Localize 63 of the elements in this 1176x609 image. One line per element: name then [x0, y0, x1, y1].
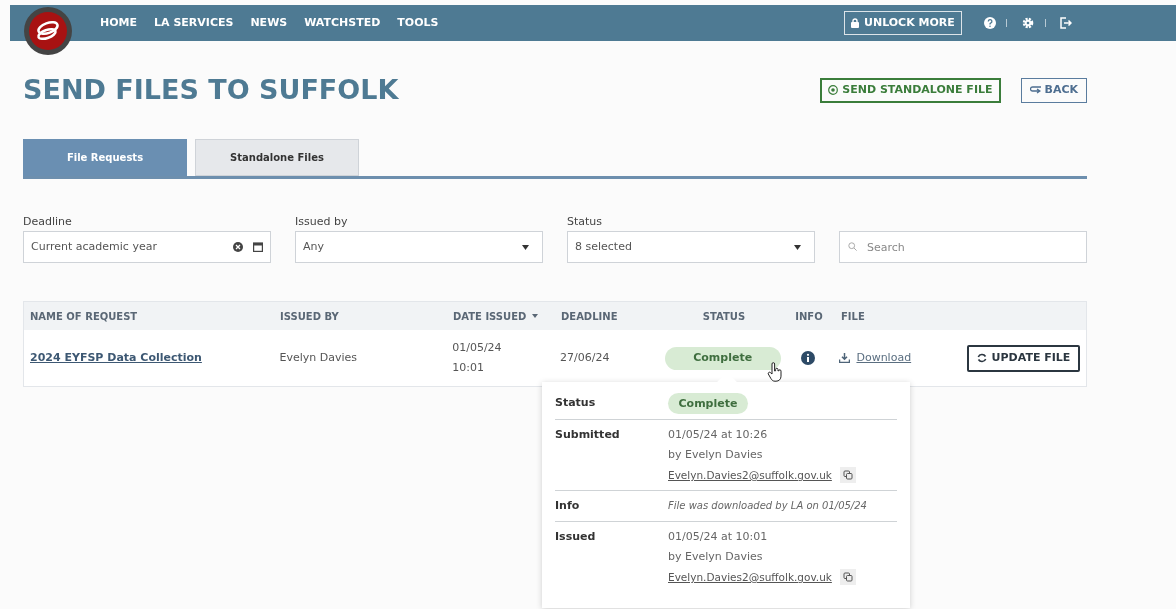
- detail-label: Submitted: [555, 427, 621, 443]
- request-link[interactable]: 2024 EYFSP Data Collection: [30, 350, 202, 364]
- nav-link[interactable]: HOME: [100, 14, 138, 32]
- tab[interactable]: File Requests: [23, 139, 187, 176]
- nav-link[interactable]: LA SERVICES: [154, 14, 234, 32]
- search-field[interactable]: Search: [839, 231, 1087, 263]
- search-icon: [848, 242, 857, 251]
- table-cell-text: 10:01: [452, 360, 485, 376]
- circle-dot-icon: [828, 85, 839, 96]
- filter-label: Status: [567, 214, 604, 230]
- sort-caret-icon[interactable]: [532, 314, 539, 318]
- clear-icon[interactable]: [233, 242, 243, 252]
- unlock-more-button[interactable]: UNLOCK MORE: [844, 11, 962, 35]
- dropdown[interactable]: Any: [295, 231, 543, 263]
- column-header[interactable]: DEADLINE: [561, 308, 618, 324]
- filter-label: Issued by: [295, 214, 349, 230]
- detail-text: by Evelyn Davies: [668, 447, 764, 463]
- detail-label: Info: [555, 498, 581, 514]
- help-icon[interactable]: [984, 17, 996, 29]
- column-header[interactable]: STATUS: [702, 308, 746, 324]
- detail-text: 01/05/24 at 10:26: [668, 427, 769, 443]
- detail-label: Status: [555, 395, 597, 411]
- tab[interactable]: Standalone Files: [195, 139, 359, 176]
- deadline-field[interactable]: Current academic year: [23, 231, 271, 263]
- column-header[interactable]: NAME OF REQUEST: [30, 308, 138, 324]
- detail-text: by Evelyn Davies: [668, 549, 764, 565]
- copy-icon[interactable]: [839, 569, 856, 585]
- settings-icon[interactable]: [1022, 17, 1034, 29]
- return-arrow-icon: [1029, 86, 1041, 95]
- logo-icon[interactable]: [24, 7, 72, 55]
- table-cell: 27/06/24: [560, 350, 610, 364]
- copy-icon[interactable]: [839, 467, 856, 483]
- back-button[interactable]: BACK: [1020, 77, 1087, 103]
- email-link[interactable]: Evelyn.Davies2@suffolk.gov.uk: [668, 567, 832, 587]
- column-header[interactable]: DATE ISSUED: [453, 308, 539, 324]
- filter-label: Deadline: [23, 214, 73, 230]
- update-file-button[interactable]: UPDATE FILE: [967, 344, 1080, 372]
- logout-icon[interactable]: [1060, 17, 1072, 29]
- caret-icon: [522, 244, 529, 250]
- detail-text: 01/05/24 at 10:01: [668, 529, 769, 545]
- column-header[interactable]: INFO: [795, 308, 823, 324]
- status-badge[interactable]: Complete: [664, 346, 781, 370]
- download-link[interactable]: Download: [839, 349, 928, 367]
- refresh-icon: [976, 353, 987, 363]
- dropdown[interactable]: 8 selected: [567, 231, 815, 263]
- download-icon: [839, 353, 851, 363]
- column-header[interactable]: FILE: [841, 308, 865, 324]
- email-link[interactable]: Evelyn.Davies2@suffolk.gov.uk: [668, 465, 832, 485]
- column-header[interactable]: ISSUED BY: [280, 308, 339, 324]
- table-cell: Evelyn Davies: [279, 350, 358, 364]
- table-cell-text: 01/05/24: [452, 340, 503, 356]
- lock-icon: [851, 18, 859, 28]
- detail-label: Issued: [555, 529, 597, 545]
- nav-link[interactable]: WATCHSTED: [304, 14, 381, 32]
- calendar-icon[interactable]: [253, 242, 263, 252]
- status-badge: Complete: [668, 393, 748, 414]
- send-standalone-file-button[interactable]: SEND STANDALONE FILE: [820, 77, 1001, 103]
- info-note: File was downloaded by LA on 01/05/24: [668, 499, 867, 513]
- nav-link[interactable]: TOOLS: [397, 14, 439, 32]
- nav-link[interactable]: NEWS: [250, 14, 288, 32]
- info-icon[interactable]: [800, 351, 815, 365]
- caret-icon: [794, 244, 801, 250]
- page-title: SEND FILES TO SUFFOLK: [23, 73, 399, 107]
